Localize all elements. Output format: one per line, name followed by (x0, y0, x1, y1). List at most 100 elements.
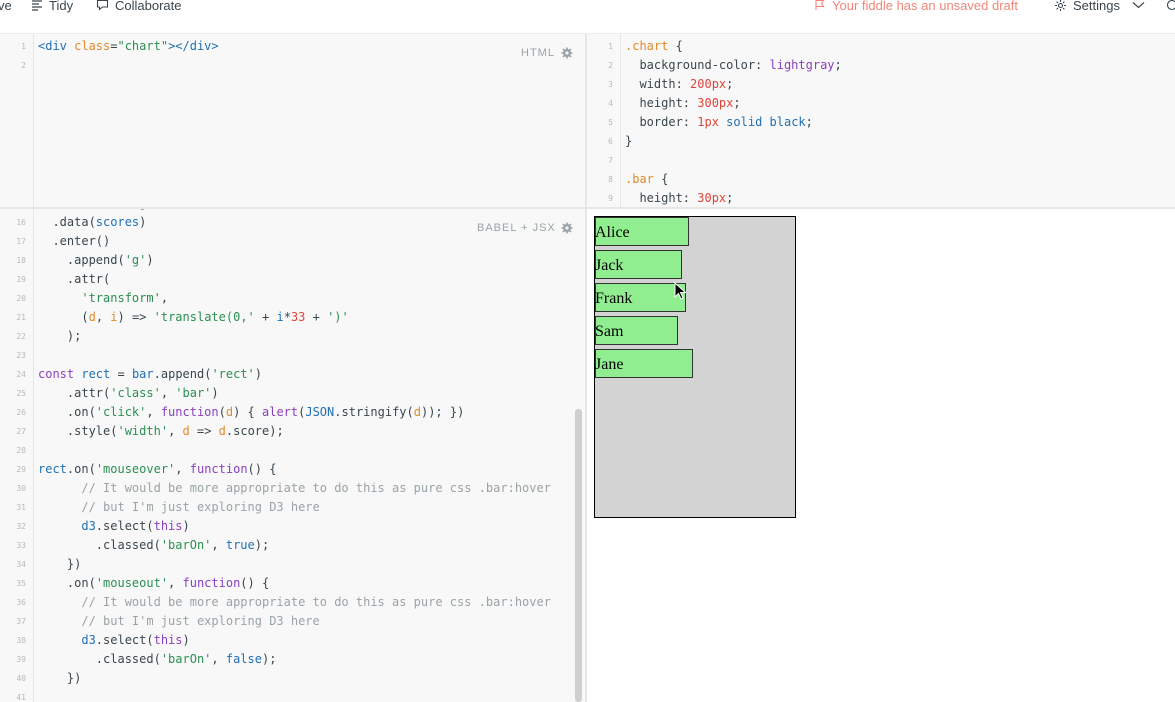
code-token: width: (625, 77, 691, 91)
code-line[interactable]: height: 30px; (625, 189, 733, 207)
code-token: background-color: (625, 58, 770, 72)
code-token: ; (726, 191, 734, 205)
unsaved-draft-notice[interactable]: Your fiddle has an unsaved draft (814, 0, 1018, 15)
code-token: 'translate(0,' (153, 310, 255, 324)
line-number: 32 (16, 522, 26, 531)
collaborate-button[interactable]: Collaborate (96, 0, 182, 15)
code-token: () { (247, 462, 277, 476)
code-token: ')' (327, 310, 349, 324)
code-line[interactable]: .style('width', d => d.score); (38, 422, 284, 441)
code-token: ></div> (168, 39, 219, 53)
code-token: ; (805, 115, 813, 129)
code-line[interactable]: .on('click', function(d) { alert(JSON.st… (38, 403, 464, 422)
code-token: .classed( (38, 538, 161, 552)
code-line[interactable]: rect.on('mouseover', function() { (38, 460, 276, 479)
html-editor-panel[interactable]: HTML 1 <div class="chart"></div> 2 (0, 34, 585, 207)
code-token: .attr( (38, 272, 111, 286)
js-editor-scrollbar[interactable] (575, 409, 582, 702)
code-line[interactable]: .chart { (625, 37, 683, 56)
toolbar: ve Tidy Collaborate Your fiddle has an u… (0, 0, 1175, 34)
code-token: d (413, 405, 421, 419)
settings-button[interactable]: Settings (1054, 0, 1145, 15)
line-number: 8 (608, 175, 613, 184)
code-line[interactable]: // It would be more appropriate to do th… (38, 593, 551, 612)
code-line[interactable]: // but I'm just exploring D3 here (38, 498, 319, 517)
code-line[interactable]: .bar { (625, 170, 668, 189)
line-number: 27 (16, 427, 26, 436)
code-line[interactable]: 'transform', (38, 289, 168, 308)
code-line[interactable]: .classed('barOn', false); (38, 650, 277, 669)
left-horizontal-pane-divider[interactable] (0, 207, 586, 209)
code-token: ) (139, 215, 147, 229)
code-line[interactable]: .attr('class', 'bar') (38, 384, 219, 403)
code-token: 1px (697, 115, 719, 129)
bar-label: Alice (595, 224, 630, 241)
code-line[interactable]: (d, i) => 'translate(0,' + i*33 + ')' (38, 308, 349, 327)
css-editor-panel[interactable]: 1 .chart { 2 background-color: lightgray; 3… (587, 34, 1175, 207)
code-token: * (283, 310, 291, 324)
line-number: 38 (16, 636, 26, 645)
code-line[interactable]: const rect = bar.append('rect') (38, 365, 262, 384)
code-token: .score); (225, 424, 284, 438)
html-panel-settings-icon[interactable] (561, 47, 573, 59)
code-token: .data( (38, 215, 96, 229)
code-line[interactable]: .classed('barOn', true); (38, 536, 269, 555)
js-editor-panel[interactable]: BABEL + JSX 15 .selectAll('g')16 .data(s… (0, 209, 585, 702)
line-number: 28 (16, 446, 26, 455)
code-token: 'mouseover' (95, 462, 176, 476)
js-panel-settings-icon[interactable] (561, 222, 573, 234)
code-token: class (74, 39, 111, 53)
tidy-button[interactable]: Tidy (31, 0, 73, 15)
code-line[interactable]: // It would be more appropriate to do th… (38, 479, 551, 498)
code-line[interactable]: height: 300px; (625, 94, 740, 113)
code-line[interactable]: .on('mouseout', function() { (38, 574, 269, 593)
code-line[interactable]: }) (38, 555, 81, 574)
code-token: bar (131, 367, 154, 381)
code-line[interactable]: .enter() (38, 232, 110, 251)
line-number: 26 (16, 408, 26, 417)
tidy-icon (32, 0, 42, 11)
code-token: .selectAll('g') (38, 209, 160, 210)
bar-label: Frank (595, 290, 633, 307)
code-token: ) (182, 633, 190, 647)
code-token: , (168, 424, 183, 438)
line-number: 2 (608, 61, 613, 70)
code-token: , (95, 310, 111, 324)
chart: Alice Jack Frank Sam Jane (594, 216, 796, 518)
code-line[interactable]: .data(scores) (38, 213, 146, 232)
code-token: d (182, 424, 190, 438)
line-number: 2 (21, 61, 26, 70)
code-line[interactable]: .append('g') (38, 251, 154, 270)
line-number: 23 (16, 351, 26, 360)
code-line[interactable]: d3.select(this) (38, 631, 190, 650)
toolbar-partial-item[interactable]: ve (0, 0, 12, 15)
code-token: , (211, 652, 226, 666)
code-token: .chart (625, 39, 676, 53)
code-token: .bar (625, 172, 662, 186)
code-line[interactable]: .attr( (38, 270, 110, 289)
code-line[interactable]: background-color: lightgray; (625, 56, 841, 75)
gutter-divider (33, 34, 34, 207)
code-line[interactable]: border: 1px solid black; (625, 113, 813, 132)
code-token: , (146, 405, 161, 419)
code-token: }) (38, 671, 82, 685)
settings-label: Settings (1073, 0, 1120, 13)
code-line[interactable]: <div class="chart"></div> (38, 37, 219, 56)
code-line[interactable]: ); (38, 327, 81, 346)
code-line[interactable]: } (625, 132, 632, 151)
bar-label: Jack (595, 257, 624, 274)
gutter-divider (33, 209, 34, 702)
code-token: 30px (697, 191, 727, 205)
collaborate-icon (96, 0, 109, 11)
code-token: "chart" (117, 39, 169, 53)
line-number: 1 (608, 42, 613, 51)
result-pane: Alice Jack Frank Sam Jane (587, 209, 1175, 702)
code-token: height: (625, 191, 698, 205)
code-token: , (175, 462, 190, 476)
code-line[interactable]: width: 200px; (625, 75, 733, 94)
line-number: 9 (608, 194, 613, 203)
toolbar-overflow-icon[interactable] (1166, 0, 1175, 15)
code-line[interactable]: }) (38, 669, 81, 688)
code-line[interactable]: d3.select(this) (38, 517, 189, 536)
code-line[interactable]: // but I'm just exploring D3 here (38, 612, 319, 631)
